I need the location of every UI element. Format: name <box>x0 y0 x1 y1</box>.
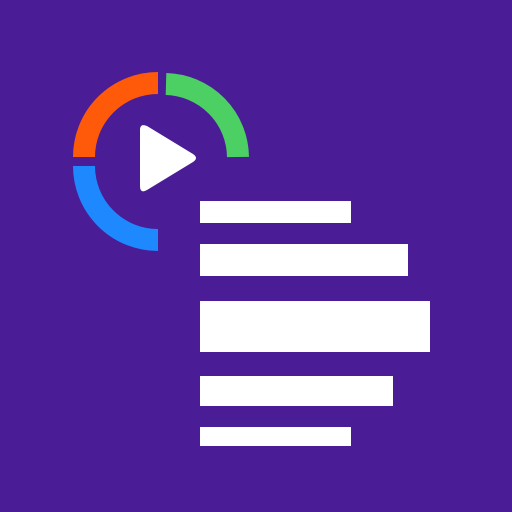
text-line-bar <box>200 427 351 446</box>
play-icon <box>140 125 196 192</box>
text-line-bar <box>200 201 351 223</box>
app-icon <box>0 0 512 512</box>
text-line-bar <box>200 376 393 406</box>
text-line-bar <box>200 244 408 276</box>
text-line-bar <box>200 301 430 352</box>
